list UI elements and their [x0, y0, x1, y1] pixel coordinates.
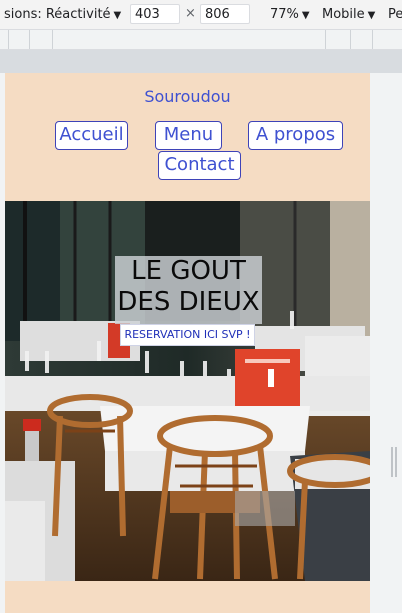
chevron-down-icon: ▼ — [301, 10, 310, 21]
nav-accueil-button[interactable]: Accueil — [55, 121, 128, 150]
nav-apropos-button[interactable]: A propos — [248, 121, 343, 150]
throttle-dropdown[interactable]: Pe — [388, 7, 402, 22]
viewport-top-bar — [0, 50, 402, 73]
site-brand[interactable]: Souroudou — [5, 87, 370, 106]
resize-handle[interactable] — [391, 447, 397, 477]
reservation-button[interactable]: RESERVATION ICI SVP ! — [120, 324, 255, 346]
ruler-tick — [325, 30, 326, 49]
chevron-down-icon: ▼ — [113, 10, 122, 21]
device-type-label: Mobile — [322, 7, 365, 22]
zoom-label: 77% — [270, 7, 299, 22]
emulated-viewport: Souroudou Accueil Menu A propos Contact — [5, 73, 370, 613]
ruler-tick — [52, 30, 53, 49]
viewport-height-input[interactable] — [200, 4, 250, 24]
hero-image: LE GOUT DES DIEUX RESERVATION ICI SVP ! — [5, 201, 370, 581]
media-query-ruler[interactable] — [0, 30, 402, 50]
device-toolbar: sions: Réactivité▼ × 77%▼ Mobile▼ Pe — [0, 0, 402, 30]
ruler-tick — [350, 30, 351, 49]
throttle-label: Pe — [388, 7, 402, 22]
nav-menu-button[interactable]: Menu — [155, 121, 222, 150]
times-symbol: × — [185, 6, 196, 21]
dimensions-label: sions: Réactivité — [4, 7, 111, 22]
chevron-down-icon: ▼ — [367, 10, 376, 21]
viewport-width-input[interactable] — [130, 4, 180, 24]
nav-contact-button[interactable]: Contact — [158, 151, 241, 180]
dimensions-dropdown[interactable]: sions: Réactivité ▼ — [4, 7, 121, 22]
hero-title: LE GOUT DES DIEUX — [115, 256, 262, 324]
zoom-dropdown[interactable]: 77% ▼ — [270, 7, 310, 22]
ruler-tick — [372, 30, 373, 49]
device-type-dropdown[interactable]: Mobile ▼ — [322, 7, 375, 22]
ruler-tick — [29, 30, 30, 49]
ruler-tick — [8, 30, 9, 49]
